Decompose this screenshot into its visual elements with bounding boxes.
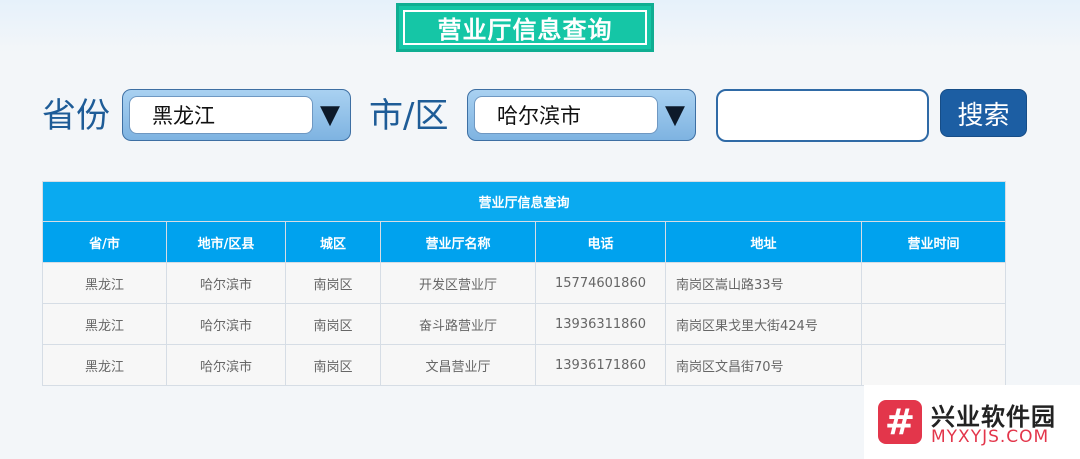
table-cell: 南岗区 (285, 344, 381, 386)
table-cell: 黑龙江 (42, 344, 167, 386)
service-hall-table: 营业厅信息查询 省/市 地市/区县 城区 营业厅名称 电话 地址 营业时间 黑龙… (41, 181, 1007, 386)
province-select[interactable]: 黑龙江 ▼ (122, 89, 351, 141)
hash-logo-icon: # (878, 400, 922, 444)
table-cell (860, 344, 1007, 386)
column-header: 省/市 (42, 221, 167, 263)
table-cell: 南岗区嵩山路33号 (665, 262, 862, 304)
column-header: 营业时间 (860, 221, 1007, 263)
table-cell: 哈尔滨市 (166, 303, 286, 345)
watermark-domain: MYXYJS.COM (931, 427, 1050, 447)
table-title-row: 营业厅信息查询 (41, 181, 1007, 222)
table-row: 黑龙江 哈尔滨市 南岗区 文昌营业厅 13936171860 南岗区文昌街70号 (42, 344, 1007, 386)
column-header: 营业厅名称 (380, 221, 536, 263)
column-header: 城区 (285, 221, 381, 263)
table-cell: 13936171860 (535, 344, 666, 386)
table-title: 营业厅信息查询 (41, 181, 1007, 222)
table-cell: 黑龙江 (42, 303, 167, 345)
city-label: 市/区 (369, 96, 449, 136)
table-cell: 文昌营业厅 (380, 344, 536, 386)
table-cell: 哈尔滨市 (166, 262, 286, 304)
table-cell: 南岗区 (285, 262, 381, 304)
table-cell: 奋斗路营业厅 (380, 303, 536, 345)
table-cell: 南岗区果戈里大街424号 (665, 303, 862, 345)
table-header-row: 省/市 地市/区县 城区 营业厅名称 电话 地址 营业时间 (42, 221, 1007, 263)
city-selected-value: 哈尔滨市 (474, 96, 658, 134)
table-cell: 15774601860 (535, 262, 666, 304)
chevron-down-icon[interactable]: ▼ (320, 100, 340, 130)
page-banner: 营业厅信息查询 (396, 3, 654, 52)
province-selected-value: 黑龙江 (129, 96, 313, 134)
table-row: 黑龙江 哈尔滨市 南岗区 奋斗路营业厅 13936311860 南岗区果戈里大街… (42, 303, 1007, 345)
city-select[interactable]: 哈尔滨市 ▼ (467, 89, 696, 141)
keyword-input[interactable] (716, 89, 929, 142)
province-label: 省份 (42, 96, 110, 136)
chevron-down-icon[interactable]: ▼ (665, 100, 685, 130)
column-header: 地市/区县 (166, 221, 286, 263)
table-cell (860, 303, 1007, 345)
column-header: 电话 (535, 221, 666, 263)
table-cell: 开发区营业厅 (380, 262, 536, 304)
search-button[interactable]: 搜索 (940, 89, 1027, 137)
table-cell: 黑龙江 (42, 262, 167, 304)
table-cell: 13936311860 (535, 303, 666, 345)
page-title: 营业厅信息查询 (437, 16, 613, 44)
watermark-logo: # 兴业软件园 MYXYJS.COM (864, 385, 1080, 459)
table-cell: 南岗区文昌街70号 (665, 344, 862, 386)
table-cell: 哈尔滨市 (166, 344, 286, 386)
table-row: 黑龙江 哈尔滨市 南岗区 开发区营业厅 15774601860 南岗区嵩山路33… (42, 262, 1007, 304)
column-header: 地址 (665, 221, 862, 263)
table-cell: 南岗区 (285, 303, 381, 345)
table-cell (860, 262, 1007, 304)
